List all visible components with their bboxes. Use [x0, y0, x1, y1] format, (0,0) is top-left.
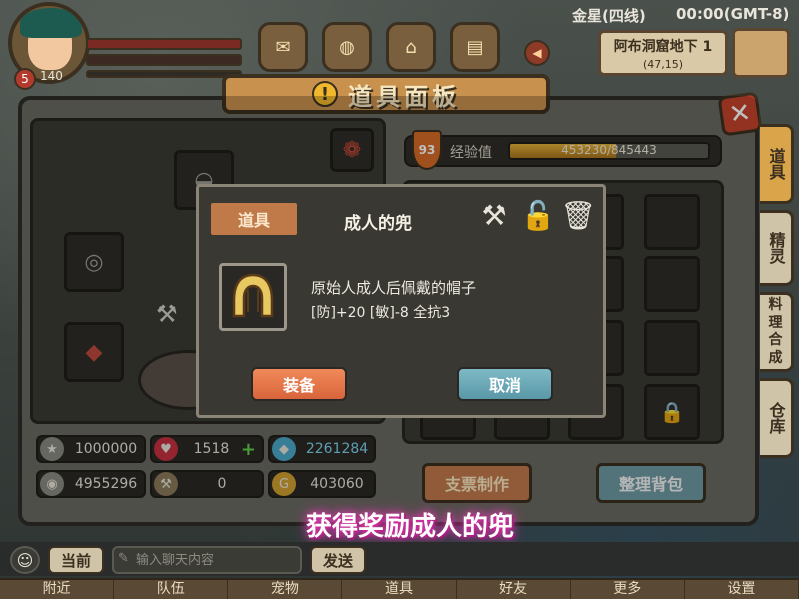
- hud-menu-button-1[interactable]: ✉: [258, 22, 308, 72]
- nav-items[interactable]: 道具: [342, 580, 457, 599]
- tab-pets[interactable]: 精灵: [760, 210, 794, 286]
- server-name: 金星(四线): [572, 7, 646, 25]
- tab-label: 料理合成: [768, 297, 783, 366]
- equip-button[interactable]: 装备: [251, 367, 347, 401]
- hp-bar: [86, 38, 242, 50]
- emoji-button[interactable]: ☺: [10, 546, 40, 574]
- cancel-button[interactable]: 取消: [457, 367, 553, 401]
- shop-icon: ⌂: [405, 36, 417, 58]
- arrow-left-icon: ◀: [532, 46, 542, 60]
- trash-icon[interactable]: 🗑: [560, 197, 596, 233]
- nav-more[interactable]: 更多: [571, 580, 685, 599]
- reward-notification: 获得奖励成人的兜: [305, 512, 514, 542]
- tab-label: 精灵: [766, 232, 786, 264]
- collapse-hud-button[interactable]: ◀: [524, 40, 550, 66]
- unlock-icon[interactable]: 🔓: [521, 197, 556, 233]
- chat-input[interactable]: [112, 546, 302, 574]
- smiley-icon: ☺: [16, 550, 34, 570]
- helmet-icon: [232, 273, 274, 318]
- game-time: 00:00(GMT-8): [676, 5, 790, 23]
- nav-nearby[interactable]: 附近: [0, 580, 115, 599]
- map-location-plate[interactable]: 阿布洞窟地下 1 (47,15): [598, 30, 728, 76]
- player-level-badge: 5: [14, 68, 36, 90]
- hud-shop-button[interactable]: ⌂: [386, 22, 436, 72]
- player-stat-number: 140: [40, 69, 63, 83]
- avatar-hair: [20, 8, 82, 38]
- tab-cooking[interactable]: 料理合成: [760, 292, 794, 372]
- bottom-nav: 附近 队伍 宠物 道具 好友 更多 设置: [0, 578, 799, 599]
- chat-channel-button[interactable]: 当前: [48, 546, 104, 574]
- nav-settings[interactable]: 设置: [685, 580, 799, 599]
- hammer-upgrade-icon[interactable]: ⚒: [477, 197, 511, 233]
- nav-team[interactable]: 队伍: [114, 580, 229, 599]
- nav-pets[interactable]: 宠物: [228, 580, 343, 599]
- map-name: 阿布洞窟地下 1: [613, 39, 713, 55]
- tab-label: 仓库: [766, 402, 786, 434]
- item-name: 成人的兜: [344, 214, 412, 234]
- pencil-icon: ✎: [118, 551, 129, 566]
- tab-label: 道具: [766, 148, 786, 180]
- hud-menu-button-4[interactable]: ▤: [450, 22, 500, 72]
- hud-menu-button-2[interactable]: ◍: [322, 22, 372, 72]
- item-icon-frame: [219, 263, 287, 331]
- item-description: 原始人成人后佩戴的帽子: [311, 279, 477, 297]
- nav-friends[interactable]: 好友: [457, 580, 571, 599]
- book-icon: ▤: [466, 36, 484, 58]
- item-detail-popup: 道具 成人的兜 ⚒ 🔓 🗑 原始人成人后佩戴的帽子 [防]+20 [敏]-8 全…: [196, 184, 606, 418]
- item-category-tag: 道具: [211, 203, 297, 235]
- map-coordinates: (47,15): [642, 58, 684, 71]
- tab-warehouse[interactable]: 仓库: [760, 378, 794, 458]
- barrel-icon: ◍: [339, 36, 355, 58]
- player-exp-bar: [86, 70, 242, 78]
- scroll-icon: ✉: [275, 36, 291, 58]
- item-stats: [防]+20 [敏]-8 全抗3: [311, 305, 451, 321]
- mp-bar: [86, 54, 242, 66]
- world-map-button[interactable]: [732, 28, 790, 78]
- send-button[interactable]: 发送: [310, 546, 366, 574]
- tab-items[interactable]: 道具: [760, 124, 794, 204]
